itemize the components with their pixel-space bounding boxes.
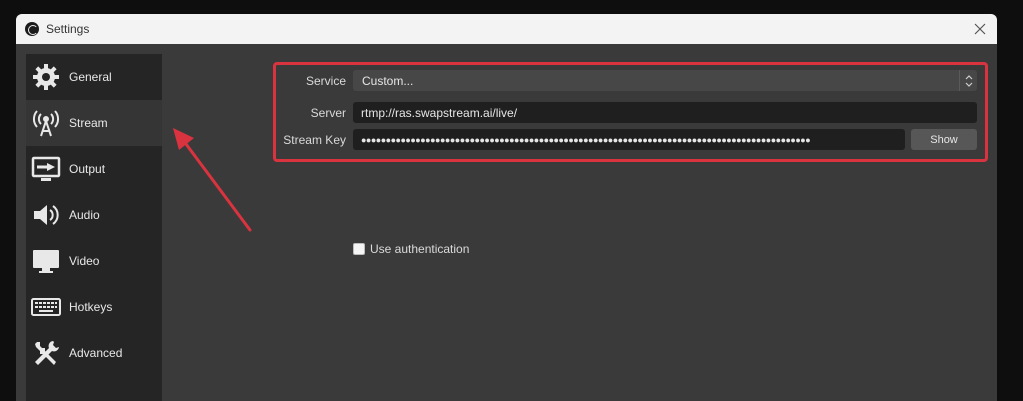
annotation-highlight-box (273, 62, 988, 162)
sidebar-item-hotkeys[interactable]: Hotkeys (26, 284, 162, 330)
checkbox-box[interactable] (353, 243, 365, 255)
sidebar-item-label: Video (69, 254, 100, 268)
sidebar-item-label: Advanced (69, 346, 123, 360)
settings-content: General Stream Output Audio Video Hotkey… (16, 44, 997, 401)
speaker-icon (30, 199, 62, 231)
sidebar-item-label: Hotkeys (69, 300, 113, 314)
sidebar-item-advanced[interactable]: Advanced (26, 330, 162, 376)
sidebar-item-video[interactable]: Video (26, 238, 162, 284)
settings-sidebar: General Stream Output Audio Video Hotkey… (26, 54, 162, 401)
sidebar-item-general[interactable]: General (26, 54, 162, 100)
title-bar: Settings (16, 14, 997, 44)
sidebar-item-label: Stream (69, 116, 108, 130)
sidebar-item-label: Output (69, 162, 106, 176)
sidebar-item-output[interactable]: Output (26, 146, 162, 192)
close-icon[interactable] (971, 20, 989, 38)
monitor-output-icon (30, 153, 62, 185)
sidebar-item-label: Audio (69, 208, 100, 222)
use-authentication-label: Use authentication (370, 242, 470, 256)
sidebar-item-stream[interactable]: Stream (26, 100, 162, 146)
gear-icon (30, 61, 62, 93)
window-title: Settings (46, 22, 90, 36)
obs-logo-icon (25, 22, 39, 36)
sidebar-item-label: General (69, 70, 112, 84)
keyboard-icon (30, 291, 62, 323)
broadcast-antenna-icon (30, 107, 62, 139)
settings-window: Settings General Stream Output Audio Vid… (16, 14, 997, 401)
use-authentication-checkbox[interactable]: Use authentication (353, 242, 469, 256)
monitor-icon (30, 245, 62, 277)
sidebar-item-audio[interactable]: Audio (26, 192, 162, 238)
wrench-screwdriver-icon (30, 337, 62, 369)
